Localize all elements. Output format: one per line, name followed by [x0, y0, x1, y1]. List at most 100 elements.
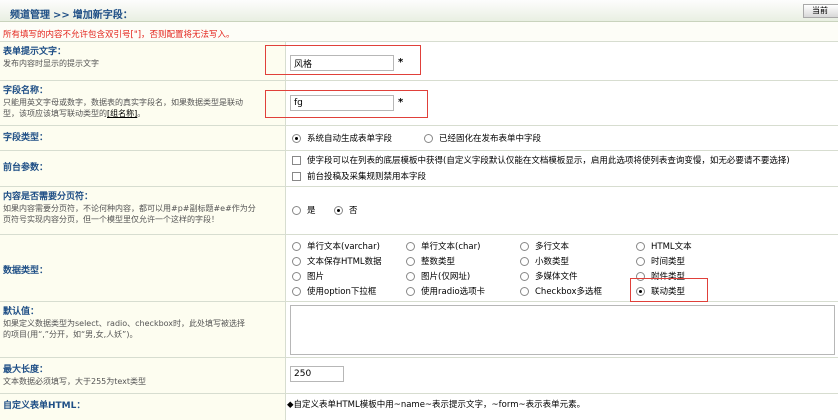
name-desc-2: 型，该项应该填写联动类型的[组名称]。 [3, 108, 285, 119]
data-type-option[interactable]: 使用radio选项卡 [406, 285, 485, 297]
custom-html-note: ◆自定义表单HTML模板中用~name~表示提示文字，~form~表示表单元素。 [287, 400, 586, 410]
check-label: 使字段可以在列表的底层模板中获得(自定义字段默认仅能在文档模板显示，启用此选项将… [307, 156, 790, 166]
current-button[interactable]: 当前 [803, 4, 838, 18]
radio-unchecked-icon[interactable] [292, 242, 301, 251]
paging-title: 内容是否需要分页符： [3, 192, 94, 202]
breadcrumb-page: 增加新字段： [72, 10, 133, 21]
row-label: 数据类型： [0, 235, 286, 301]
group-name-link[interactable]: [组名称] [107, 109, 137, 118]
row-label: 内容是否需要分页符： 如果内容需要分页符，不论何种内容，都可以用#p#副标题#e… [0, 187, 286, 234]
row-value: 系统自动生成表单字段 已经固化在发布表单中字段 [287, 126, 838, 150]
field-type-option-auto[interactable]: 系统自动生成表单字段 [292, 132, 392, 144]
radio-unchecked-icon[interactable] [406, 242, 415, 251]
row-value: ◆自定义表单HTML模板中用~name~表示提示文字，~form~表示表单元素。 [287, 394, 838, 420]
paging-desc-2: 页符号实现内容分页，但一个模型里仅允许一个这样的字段！ [3, 215, 219, 224]
option-label: 图片(仅网址) [421, 272, 471, 282]
radio-unchecked-icon[interactable] [520, 257, 529, 266]
name-desc-2-text: 型，该项应该填写联动类型的 [3, 109, 107, 118]
row-paging: 内容是否需要分页符： 如果内容需要分页符，不论何种内容，都可以用#p#副标题#e… [0, 187, 838, 235]
highlight-box [265, 90, 428, 118]
data-type-option[interactable]: 整数类型 [406, 255, 455, 267]
name-desc-1: 只能用英文字母或数字，数据表的真实字段名，如果数据类型是联动 [3, 98, 243, 107]
checkbox-icon[interactable] [292, 172, 301, 181]
checkbox-icon[interactable] [292, 156, 301, 165]
option-label: 使用radio选项卡 [421, 287, 486, 297]
default-value-textarea[interactable] [290, 305, 835, 355]
max-length-input[interactable] [290, 366, 344, 382]
row-custom-html: 自定义表单HTML： ◆自定义表单HTML模板中用~name~表示提示文字，~f… [0, 394, 838, 420]
radio-unchecked-icon[interactable] [520, 242, 529, 251]
option-label: 单行文本(varchar) [307, 242, 380, 252]
radio-unchecked-icon[interactable] [636, 257, 645, 266]
data-type-title: 数据类型： [3, 266, 49, 276]
max-length-title: 最大长度： [3, 365, 49, 375]
radio-unchecked-icon[interactable] [292, 287, 301, 296]
radio-unchecked-icon[interactable] [292, 257, 301, 266]
row-label: 字段名称： 只能用英文字母或数字，数据表的真实字段名，如果数据类型是联动 型，该… [0, 81, 286, 125]
option-label: 多行文本 [535, 242, 570, 252]
option-label: 已经固化在发布表单中字段 [439, 134, 542, 144]
row-label: 表单提示文字： 发布内容时显示的提示文字 [0, 42, 286, 80]
custom-html-title: 自定义表单HTML： [3, 401, 86, 411]
name-title: 字段名称： [3, 86, 49, 96]
row-label: 自定义表单HTML： [0, 394, 286, 420]
data-type-option[interactable]: 小数类型 [520, 255, 569, 267]
radio-unchecked-icon[interactable] [520, 272, 529, 281]
radio-unchecked-icon[interactable] [406, 287, 415, 296]
data-type-option[interactable]: 单行文本(char) [406, 240, 480, 252]
frontend-check-list-template[interactable]: 使字段可以在列表的底层模板中获得(自定义字段默认仅能在文档模板显示，启用此选项将… [292, 154, 790, 166]
row-label: 默认值： 如果定义数据类型为select、radio、checkbox时，此处填… [0, 302, 286, 357]
paging-option-no[interactable]: 否 [334, 204, 358, 216]
prompt-title: 表单提示文字： [3, 47, 67, 57]
radio-unchecked-icon[interactable] [636, 242, 645, 251]
radio-checked-icon[interactable] [334, 206, 343, 215]
check-label: 前台投稿及采集规则禁用本字段 [307, 172, 427, 182]
option-label: Checkbox多选框 [535, 287, 603, 297]
option-label: HTML文本 [651, 242, 692, 252]
radio-unchecked-icon[interactable] [406, 257, 415, 266]
row-label: 字段类型： [0, 126, 286, 150]
option-label: 多媒体文件 [535, 272, 578, 282]
radio-unchecked-icon[interactable] [424, 134, 433, 143]
breadcrumb: 频道管理 >> 增加新字段： [10, 6, 133, 21]
radio-checked-icon[interactable] [292, 134, 301, 143]
frontend-check-disable-submit[interactable]: 前台投稿及采集规则禁用本字段 [292, 170, 426, 182]
row-max-length: 最大长度： 文本数据必须填写，大于255为text类型 [0, 358, 838, 394]
max-length-desc: 文本数据必须填写，大于255为text类型 [3, 377, 147, 386]
data-type-option[interactable]: 时间类型 [636, 255, 685, 267]
radio-unchecked-icon[interactable] [292, 206, 301, 215]
data-type-option[interactable]: 多行文本 [520, 240, 569, 252]
data-type-option[interactable]: 图片 [292, 270, 324, 282]
notice-text: 所有填写的内容不允许包含双引号["]，否则配置将无法写入。 [0, 22, 838, 42]
default-value-title: 默认值： [3, 307, 40, 317]
radio-unchecked-icon[interactable] [292, 272, 301, 281]
breadcrumb-section[interactable]: 频道管理 [10, 10, 50, 21]
default-value-desc-1: 如果定义数据类型为select、radio、checkbox时，此处填写被选择 [3, 319, 246, 328]
option-label: 否 [349, 206, 358, 216]
highlight-box [630, 278, 708, 302]
top-bar: 频道管理 >> 增加新字段： 当前 [0, 0, 838, 22]
row-value: 是 否 [287, 187, 838, 234]
data-type-option[interactable]: Checkbox多选框 [520, 285, 602, 297]
name-desc-2-end: 。 [137, 109, 146, 118]
data-type-option[interactable]: 多媒体文件 [520, 270, 578, 282]
option-label: 时间类型 [651, 257, 686, 267]
option-label: 文本保存HTML数据 [307, 257, 382, 267]
row-label: 前台参数： [0, 151, 286, 186]
radio-unchecked-icon[interactable] [520, 287, 529, 296]
option-label: 单行文本(char) [421, 242, 481, 252]
data-type-option[interactable]: 图片(仅网址) [406, 270, 470, 282]
row-frontend: 前台参数： 使字段可以在列表的底层模板中获得(自定义字段默认仅能在文档模板显示，… [0, 151, 838, 187]
option-label: 是 [307, 206, 316, 216]
field-type-option-fixed[interactable]: 已经固化在发布表单中字段 [424, 132, 541, 144]
data-type-option[interactable]: 文本保存HTML数据 [292, 255, 382, 267]
radio-unchecked-icon[interactable] [406, 272, 415, 281]
data-type-option[interactable]: 单行文本(varchar) [292, 240, 380, 252]
paging-desc-1: 如果内容需要分页符，不论何种内容，都可以用#p#副标题#e#作为分 [3, 204, 256, 213]
option-label: 图片 [307, 272, 325, 282]
highlight-box [265, 45, 421, 75]
data-type-option[interactable]: 使用option下拉框 [292, 285, 376, 297]
paging-option-yes[interactable]: 是 [292, 204, 316, 216]
data-type-option[interactable]: HTML文本 [636, 240, 692, 252]
prompt-desc: 发布内容时显示的提示文字 [3, 59, 99, 68]
